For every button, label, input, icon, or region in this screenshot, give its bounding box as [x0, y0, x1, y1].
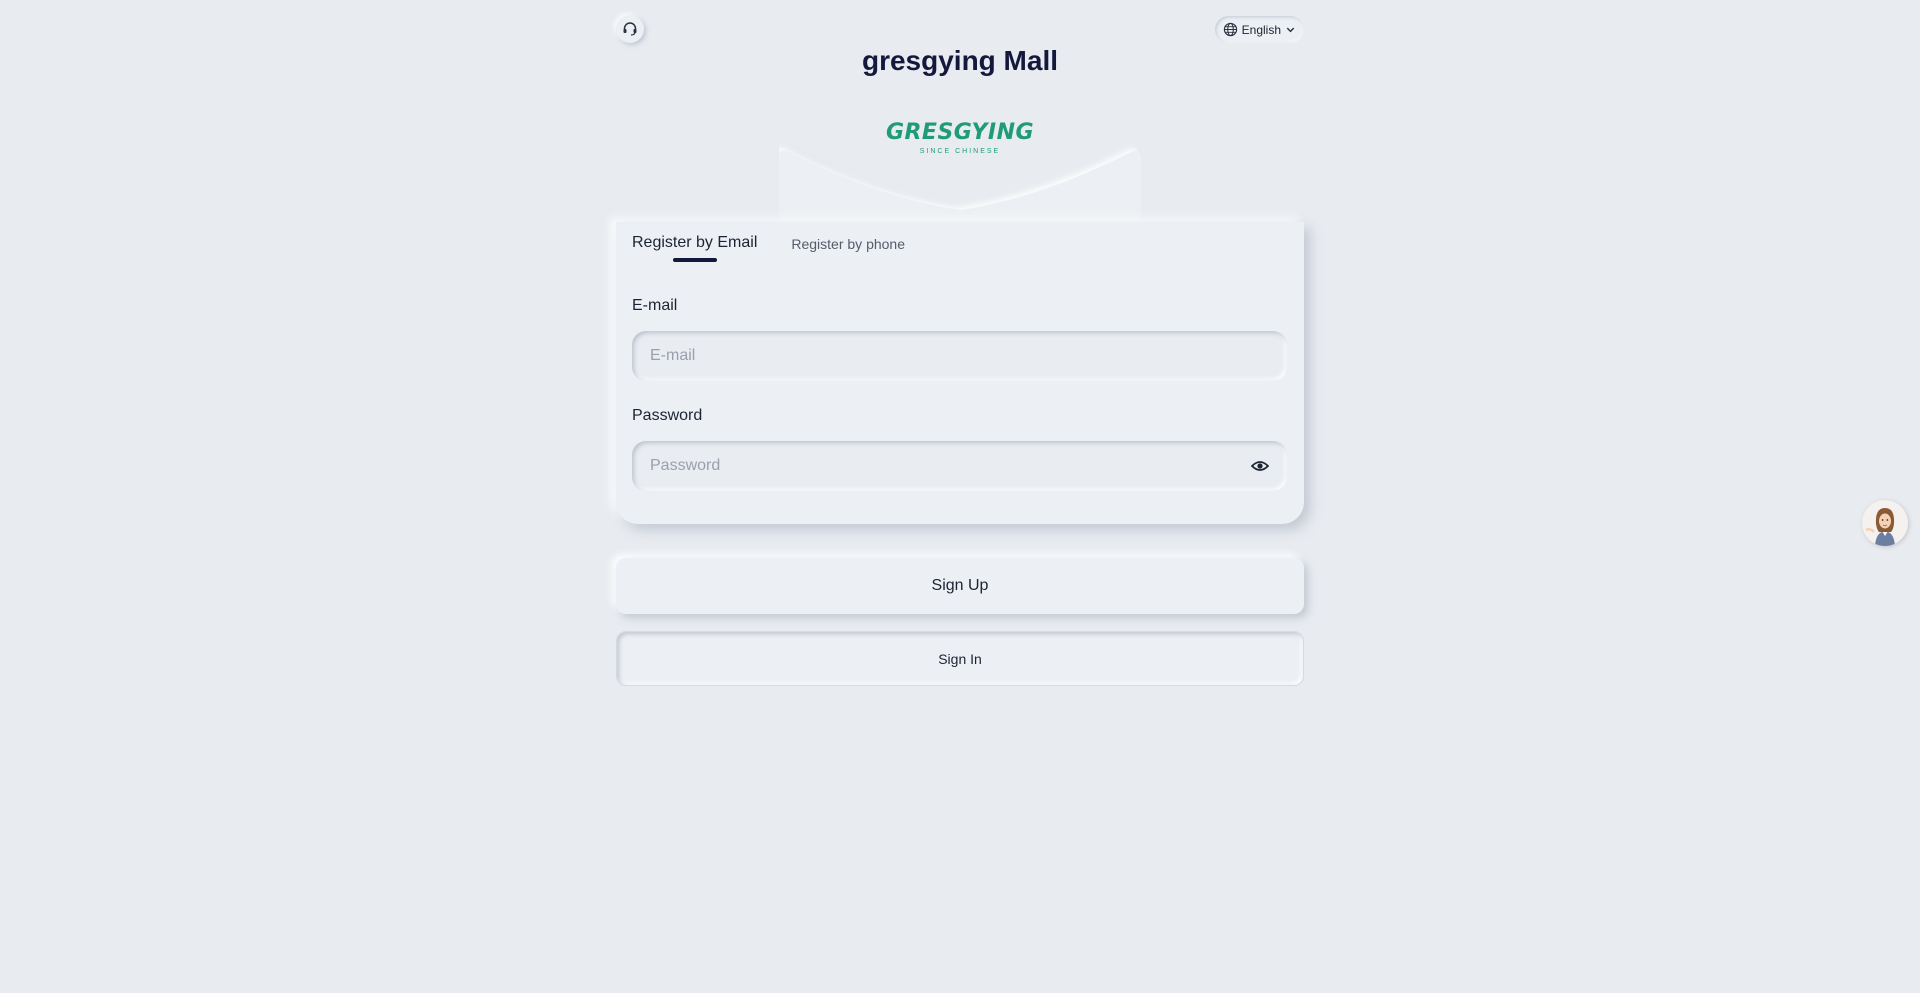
tab-register-phone-label: Register by phone — [791, 236, 906, 252]
assistant-avatar-image — [1865, 508, 1895, 546]
email-field-wrapper — [632, 331, 1287, 381]
register-card: Register by Email Register by phone E-ma… — [616, 222, 1304, 524]
logo-tab: GRESGYING SINCE CHINESE — [779, 118, 1141, 224]
tab-register-email[interactable]: Register by Email — [632, 234, 757, 262]
brand-logo: GRESGYING — [885, 120, 1035, 145]
email-label: E-mail — [632, 297, 678, 314]
register-tabs: Register by Email Register by phone — [632, 234, 905, 262]
language-label: English — [1241, 22, 1281, 37]
register-page: English gresgying Mall GRESGYING SINCE C… — [616, 0, 1304, 993]
tab-register-email-label: Register by Email — [632, 234, 758, 251]
assistant-avatar-icon[interactable] — [1862, 500, 1908, 546]
customer-support-button[interactable] — [616, 15, 644, 43]
page-title: gresgying Mall — [861, 45, 1059, 76]
tab-register-phone[interactable]: Register by phone — [791, 234, 905, 262]
language-selector[interactable]: English — [1214, 16, 1304, 43]
eye-icon[interactable] — [1251, 458, 1269, 474]
password-label: Password — [632, 407, 703, 424]
headset-icon — [623, 22, 637, 36]
brand-logo-subtitle: SINCE CHINESE — [919, 148, 1001, 155]
chevron-down-icon — [1286, 27, 1295, 33]
email-field[interactable] — [632, 331, 1287, 381]
password-field-wrapper — [632, 441, 1287, 491]
globe-icon — [1223, 22, 1237, 37]
signup-button[interactable]: Sign Up — [616, 558, 1304, 614]
active-tab-indicator — [673, 258, 717, 262]
password-field[interactable] — [632, 441, 1287, 491]
signin-button[interactable]: Sign In — [616, 631, 1304, 686]
